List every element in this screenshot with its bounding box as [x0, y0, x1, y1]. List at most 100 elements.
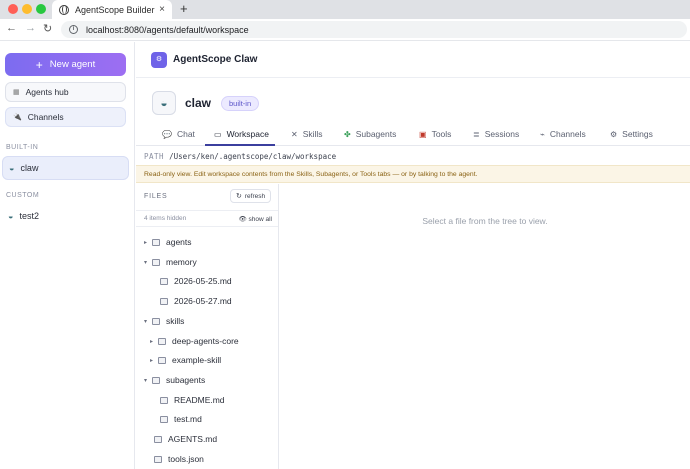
address-bar[interactable]: i localhost:8080/agents/default/workspac… — [61, 21, 687, 38]
file-icon — [160, 277, 168, 285]
minimize-window-button[interactable] — [22, 4, 32, 14]
list-icon: ≣ — [473, 129, 480, 139]
back-button[interactable]: ← — [6, 22, 17, 34]
tab-subagents[interactable]: ✤ Subagents — [344, 129, 396, 139]
agents-hub-label: Agents hub — [25, 87, 69, 97]
tree-item-label: tools.json — [168, 454, 204, 464]
tree-item-label: AGENTS.md — [168, 434, 218, 444]
tab-chat[interactable]: 💬 Chat — [162, 129, 195, 139]
sidebar: + New agent ▦ Agents hub 🔌 Channels BUIL… — [0, 42, 135, 469]
forward-button[interactable]: → — [25, 22, 36, 34]
tab-skills[interactable]: ✕ Skills — [291, 129, 323, 139]
agents-hub-button[interactable]: ▦ Agents hub — [5, 82, 126, 102]
tree-folder-agents[interactable]: ▸ agents — [144, 235, 192, 249]
chevron-right-icon: ▸ — [150, 357, 154, 364]
browser-tab-title: AgentScope Builder — [75, 4, 155, 15]
tree-file-readme[interactable]: README.md — [160, 393, 225, 407]
tab-label: Chat — [176, 129, 195, 139]
path-value: /Users/ken/.agentscope/claw/workspace — [169, 151, 337, 161]
chevron-down-icon: ▾ — [144, 259, 148, 266]
tab-sessions[interactable]: ≣ Sessions — [473, 129, 519, 139]
sidebar-agent-claw[interactable]: ◒ claw — [2, 156, 129, 180]
workspace-icon: ▭ — [214, 129, 222, 139]
chevron-right-icon: ▸ — [150, 338, 154, 345]
tab-settings[interactable]: ⚙ Settings — [610, 129, 653, 139]
grid-icon: ▦ — [13, 89, 20, 96]
folder-icon — [152, 317, 160, 325]
toolbox-icon: ▣ — [419, 129, 427, 139]
globe-icon — [59, 4, 69, 15]
file-icon — [154, 455, 162, 463]
channels-label: Channels — [27, 112, 64, 122]
tree-file-test[interactable]: test.md — [160, 412, 202, 426]
channels-icon: ⌁ — [540, 129, 545, 139]
tab-workspace[interactable]: ▭ Workspace — [214, 129, 269, 139]
tools-icon: ✕ — [291, 129, 298, 139]
file-icon — [160, 415, 168, 423]
tab-label: Sessions — [484, 129, 520, 139]
tree-item-label: 2026-05-27.md — [174, 296, 232, 306]
chevron-down-icon: ▾ — [144, 377, 148, 384]
tree-file-agents-md[interactable]: AGENTS.md — [154, 432, 217, 446]
refresh-button[interactable]: ↻ refresh — [230, 189, 272, 203]
tree-item-label: example-skill — [172, 355, 222, 365]
tree-folder-skills[interactable]: ▾ skills — [144, 314, 184, 328]
chevron-down-icon: ▾ — [144, 318, 148, 325]
builtin-section-label: BUILT-IN — [6, 144, 39, 151]
agent-tabs: 💬 Chat ▭ Workspace ✕ Skills ✤ Subagents … — [136, 124, 690, 146]
tree-folder-subagents[interactable]: ▾ subagents — [144, 373, 205, 387]
plus-icon: + — [35, 57, 43, 72]
tree-item-label: deep-agents-core — [172, 336, 239, 346]
agent-header: ◒ claw built-in — [152, 90, 260, 116]
tree-file-2026-05-25[interactable]: 2026-05-25.md — [160, 274, 232, 288]
tree-item-label: 2026-05-25.md — [174, 276, 232, 286]
browser-tab-bar: AgentScope Builder × + — [0, 0, 690, 19]
tree-file-tools-json[interactable]: tools.json — [154, 452, 204, 466]
site-info-icon[interactable]: i — [69, 25, 78, 34]
refresh-icon: ↻ — [236, 193, 242, 200]
address-bar-row: ← → ↻ i localhost:8080/agents/default/wo… — [0, 19, 690, 41]
pot-icon: ◒ — [9, 163, 15, 173]
tab-label: Skills — [302, 129, 323, 139]
reload-button[interactable]: ↻ — [43, 22, 52, 35]
pot-icon: ◒ — [160, 96, 168, 110]
app-title: AgentScope Claw — [173, 54, 258, 65]
builtin-badge: built-in — [221, 95, 260, 111]
close-tab-icon[interactable]: × — [159, 4, 165, 15]
file-viewer-placeholder: Select a file from the tree to view. — [422, 216, 548, 226]
tab-label: Settings — [622, 129, 653, 139]
show-all-button[interactable]: 👁 show all — [238, 215, 272, 223]
files-panel: FILES ↻ refresh 4 items hidden 👁 show al… — [136, 184, 279, 469]
browser-tab[interactable]: AgentScope Builder × — [52, 0, 172, 19]
tab-label: Workspace — [226, 129, 269, 139]
file-icon — [154, 435, 162, 443]
folder-icon — [158, 356, 166, 364]
refresh-label: refresh — [244, 192, 266, 200]
workspace-path: PATH /Users/ken/.agentscope/claw/workspa… — [136, 147, 690, 165]
plug-icon: 🔌 — [13, 114, 22, 121]
folder-icon — [158, 337, 166, 345]
tab-label: Subagents — [355, 129, 397, 139]
files-title: FILES — [144, 193, 168, 200]
tree-folder-deep-agents-core[interactable]: ▸ deep-agents-core — [150, 334, 239, 348]
chevron-right-icon: ▸ — [144, 239, 148, 246]
new-tab-button[interactable]: + — [180, 1, 188, 16]
tree-folder-memory[interactable]: ▾ memory — [144, 255, 197, 269]
tab-channels[interactable]: ⌁ Channels — [540, 129, 586, 139]
channels-button[interactable]: 🔌 Channels — [5, 107, 126, 127]
tree-item-label: memory — [166, 257, 197, 267]
maximize-window-button[interactable] — [36, 4, 46, 14]
hidden-count: 4 items hidden — [144, 215, 187, 222]
pot-icon: ◒ — [8, 211, 14, 221]
show-all-label: show all — [248, 216, 272, 223]
tab-tools[interactable]: ▣ Tools — [419, 129, 451, 139]
tree-file-2026-05-27[interactable]: 2026-05-27.md — [160, 294, 232, 308]
app-logo-icon: ⚙ — [151, 52, 167, 68]
agent-name: claw — [185, 96, 212, 110]
gear-icon: ⚙ — [610, 129, 618, 139]
new-agent-button[interactable]: + New agent — [5, 53, 126, 76]
sidebar-agent-test2[interactable]: ◒ test2 — [2, 204, 129, 228]
tree-item-label: README.md — [174, 395, 225, 405]
tree-folder-example-skill[interactable]: ▸ example-skill — [150, 353, 221, 367]
close-window-button[interactable] — [8, 4, 18, 14]
